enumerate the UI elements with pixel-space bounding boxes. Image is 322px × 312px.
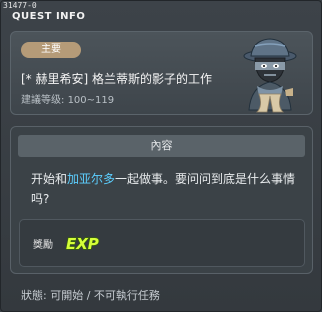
npc-name-link[interactable]: 加亚尔多 xyxy=(67,172,115,186)
quest-info-window: 31477-0 QUEST INFO 主要 [* 赫里希安] 格兰蒂斯的影子的工… xyxy=(0,0,322,312)
quest-title: [* 赫里希安] 格兰蒂斯的影子的工作 xyxy=(21,72,212,86)
quest-id: 31477-0 xyxy=(3,1,37,10)
quest-content-panel: 內容 开始和加亚尔多一起做事。要问问到底是什么事情吗? 獎勵 EXP xyxy=(10,126,313,274)
reward-panel: 獎勵 EXP xyxy=(19,219,305,267)
exp-reward-icon: EXP xyxy=(65,234,99,253)
exp-text: EXP xyxy=(66,235,99,253)
quest-type-tag: 主要 xyxy=(21,42,81,58)
description-text-start: 开始和 xyxy=(31,172,68,186)
window-header: 31477-0 QUEST INFO xyxy=(1,1,322,29)
quest-description: 开始和加亚尔多一起做事。要问问到底是什么事情吗? xyxy=(31,169,303,209)
recommended-level: 建議等级: 100~119 xyxy=(21,91,114,106)
level-label: 建議等级: xyxy=(21,95,65,106)
quest-summary-panel: 主要 [* 赫里希安] 格兰蒂斯的影子的工作 建議等级: 100~119 xyxy=(10,31,313,115)
level-range: 100~119 xyxy=(67,95,115,106)
window-title: QUEST INFO xyxy=(12,11,86,22)
reward-label: 獎勵 xyxy=(33,240,53,251)
npc-portrait-icon xyxy=(243,38,297,113)
content-header: 內容 xyxy=(18,135,305,157)
quest-status: 狀態: 可開始 / 不可執行任務 xyxy=(21,289,160,302)
